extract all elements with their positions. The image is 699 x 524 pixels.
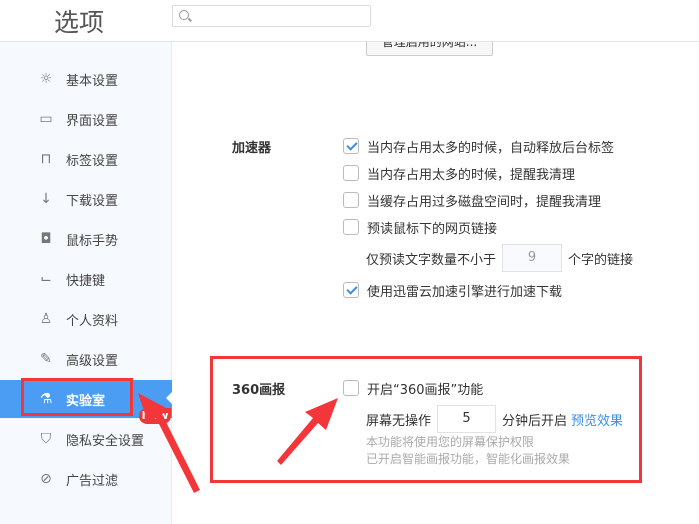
annotation-arrow-checkbox bbox=[277, 398, 338, 465]
annotation-arrow-sidebar bbox=[138, 393, 200, 493]
annotation-arrows bbox=[138, 393, 338, 493]
